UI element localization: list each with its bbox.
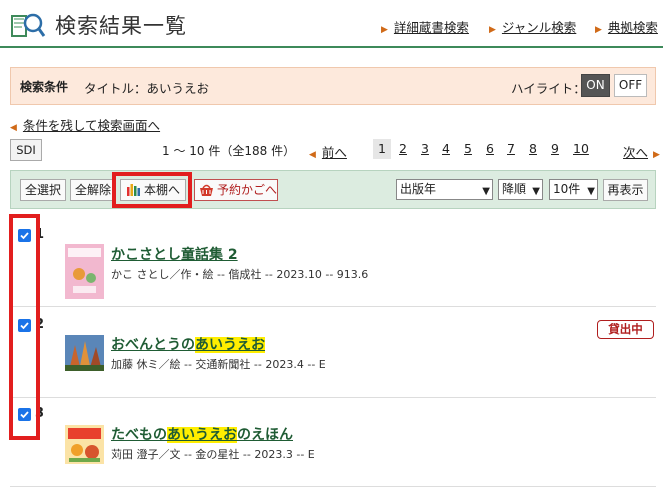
highlight-label: ハイライト：	[511, 81, 586, 96]
page-6[interactable]: 6	[486, 139, 494, 159]
advanced-search-link[interactable]: ▶ 詳細蔵書検索	[381, 17, 469, 36]
highlight-off-button[interactable]: OFF	[614, 74, 647, 97]
next-page-link[interactable]: 次へ ▶	[623, 142, 660, 161]
deselect-all-button[interactable]: 全解除	[70, 179, 116, 201]
book-cover-2[interactable]	[65, 335, 104, 371]
page-8[interactable]: 8	[529, 139, 537, 159]
search-book-icon	[11, 13, 46, 37]
page-3[interactable]: 3	[421, 139, 429, 159]
bookshelf-highlight-frame	[112, 172, 192, 208]
arrow-right-icon: ▶	[653, 150, 660, 160]
prev-page-link[interactable]: ▶ 前へ	[309, 142, 347, 161]
reserve-cart-button[interactable]: 予約かごへ	[194, 179, 278, 201]
chevron-down-icon: ▼	[532, 186, 540, 197]
chevron-down-icon: ▼	[482, 186, 490, 197]
checkbox-highlight-frame	[9, 214, 40, 440]
result-toolbar: 全選択 全解除 本棚へ 予約かごへ 出版年 ▼ 降順 ▼ 10件 ▼ 再表示	[10, 170, 656, 209]
row-divider	[10, 486, 656, 487]
book-title-link[interactable]: たべものあいうえおのえほん	[111, 424, 293, 444]
page-7[interactable]: 7	[507, 139, 515, 159]
page-header: 検索結果一覧 ▶ 詳細蔵書検索 ▶ ジャンル検索 ▶ 典拠検索	[0, 0, 663, 48]
book-title-link[interactable]: おべんとうのあいうえお	[111, 334, 265, 354]
arrow-left-icon: ▶	[10, 123, 17, 133]
authority-search-link[interactable]: ▶ 典拠検索	[595, 17, 658, 36]
page-5[interactable]: 5	[464, 139, 472, 159]
page-4[interactable]: 4	[442, 139, 450, 159]
result-count: 1 ～ 10 件（全188 件）	[162, 144, 296, 158]
basket-icon	[200, 184, 213, 196]
arrow-right-icon: ▶	[595, 25, 602, 35]
redisplay-button[interactable]: 再表示	[603, 179, 648, 201]
chevron-down-icon: ▼	[587, 186, 595, 197]
arrow-right-icon: ▶	[381, 25, 388, 35]
page-2[interactable]: 2	[399, 139, 407, 159]
arrow-left-icon: ▶	[309, 150, 316, 160]
row-divider	[10, 397, 656, 398]
book-meta: かこ さとし／作・絵 -- 偕成社 -- 2023.10 -- 913.6	[111, 268, 369, 281]
condition-label: 検索条件	[20, 80, 69, 94]
per-page-select[interactable]: 10件 ▼	[549, 179, 598, 200]
sort-field-select[interactable]: 出版年 ▼	[396, 179, 493, 200]
page-1: 1	[373, 139, 391, 159]
page-9[interactable]: 9	[551, 139, 559, 159]
back-to-search-link[interactable]: ▶ 条件を残して検索画面へ	[10, 115, 160, 134]
book-title-link[interactable]: かこさとし童話集 2	[111, 244, 238, 264]
genre-search-link[interactable]: ▶ ジャンル検索	[489, 17, 576, 36]
sdi-button[interactable]: SDI	[10, 139, 42, 161]
book-meta: 加藤 休ミ／絵 -- 交通新聞社 -- 2023.4 -- E	[111, 358, 326, 371]
page-title: 検索結果一覧	[55, 14, 187, 38]
status-badge: 貸出中	[597, 320, 654, 339]
book-cover-1[interactable]	[65, 244, 104, 299]
page-10[interactable]: 10	[573, 139, 589, 159]
arrow-right-icon: ▶	[489, 25, 496, 35]
select-all-button[interactable]: 全選択	[20, 179, 66, 201]
row-divider	[10, 306, 656, 307]
search-condition-box: 検索条件 タイトル：あいうえお ハイライト： ON OFF	[10, 67, 656, 105]
condition-value: タイトル：あいうえお	[84, 81, 210, 96]
sort-order-select[interactable]: 降順 ▼	[498, 179, 543, 200]
book-cover-3[interactable]	[65, 425, 104, 464]
highlight-on-button[interactable]: ON	[581, 74, 610, 97]
book-meta: 苅田 澄子／文 -- 金の星社 -- 2023.3 -- E	[111, 448, 315, 461]
